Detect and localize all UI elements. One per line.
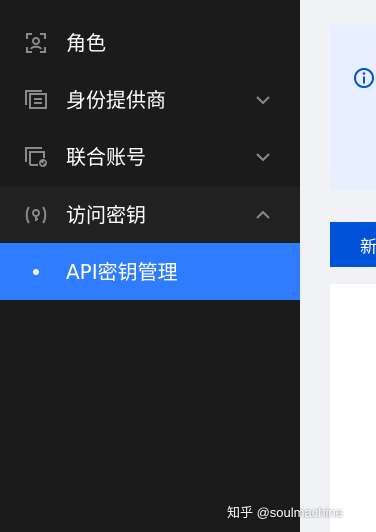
sidebar-item-identity-provider[interactable]: 身份提供商 bbox=[0, 71, 300, 128]
chevron-down-icon[interactable] bbox=[252, 89, 274, 111]
bullet-icon bbox=[33, 268, 39, 275]
sidebar-item-access-key[interactable]: 访问密钥 bbox=[0, 186, 300, 243]
sidebar-item-label: 联合账号 bbox=[66, 144, 146, 169]
sidebar: 角色 身份提供商 联合账号 访问密钥 API密钥管理 bbox=[0, 0, 300, 532]
watermark: 知乎 @soulmachine bbox=[227, 505, 343, 520]
key-list-panel bbox=[330, 284, 376, 532]
sidebar-subitem-api-key-management[interactable]: API密钥管理 bbox=[0, 243, 300, 300]
info-icon bbox=[353, 67, 375, 89]
chevron-down-icon[interactable] bbox=[252, 146, 274, 168]
access-key-icon bbox=[24, 203, 48, 227]
federated-account-icon bbox=[24, 145, 48, 169]
sidebar-subitem-label: API密钥管理 bbox=[66, 259, 178, 284]
sidebar-item-federated-account[interactable]: 联合账号 bbox=[0, 128, 300, 185]
sidebar-item-label: 角色 bbox=[66, 30, 106, 55]
sidebar-item-label: 身份提供商 bbox=[66, 87, 166, 112]
identity-provider-icon bbox=[24, 88, 48, 112]
sidebar-item-label: 访问密钥 bbox=[66, 202, 146, 227]
sidebar-item-role[interactable]: 角色 bbox=[0, 14, 300, 71]
new-key-button[interactable]: 新 bbox=[330, 222, 376, 267]
new-button-label: 新 bbox=[360, 237, 376, 257]
info-notice bbox=[330, 25, 376, 190]
chevron-up-icon[interactable] bbox=[252, 204, 274, 226]
role-icon bbox=[24, 31, 48, 55]
